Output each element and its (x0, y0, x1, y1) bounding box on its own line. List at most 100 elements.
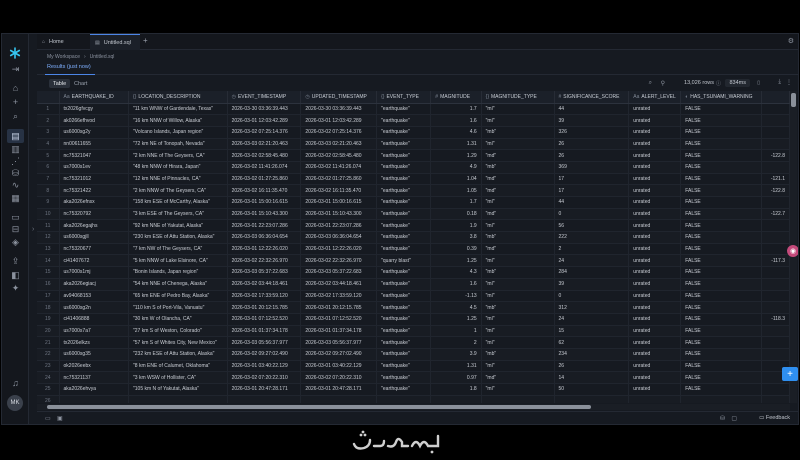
table-cell[interactable]: unrated (628, 336, 682, 349)
column-header-location-description[interactable]: {} LOCATION_DESCRIPTION (128, 91, 228, 104)
table-row[interactable]: 9 aka2026efnsx "158 km ESE of McCarthy, Al… (37, 196, 790, 209)
table-cell[interactable] (761, 126, 790, 139)
table-cell[interactable]: "earthquake" (376, 161, 432, 174)
table-cell[interactable]: "11 km WNW of Gardendale, Texas" (128, 103, 228, 116)
table-cell[interactable] (761, 348, 790, 361)
table-cell[interactable]: unrated (628, 301, 682, 314)
table-cell[interactable]: "earthquake" (376, 371, 432, 384)
table-cell[interactable]: FALSE (680, 184, 763, 197)
table-cell[interactable]: "ml" (481, 278, 555, 291)
table-row[interactable]: 14 ci41407672 "5 km NNW of Lake Elsinore, … (37, 254, 790, 268)
table-cell[interactable]: unrated (628, 254, 682, 268)
table-cell[interactable]: -118.3 (761, 313, 790, 326)
table-cell[interactable]: nc75321012 (59, 173, 130, 186)
table-cell[interactable]: nc75321422 (59, 184, 130, 197)
table-cell[interactable]: "ml" (481, 196, 555, 209)
table-cell[interactable]: FALSE (680, 173, 763, 186)
results-grid[interactable]: Aa EARTHQUAKE_ID{} LOCATION_DESCRIPTION ◷ EV… (37, 91, 790, 403)
table-cell[interactable]: "3 km WSW of Hollister, CA" (128, 371, 228, 384)
table-cell[interactable]: 2026-03-01 03:40:22.129 (227, 360, 302, 373)
download-icon[interactable]: ⤓ (778, 79, 781, 86)
table-cell[interactable]: 2026-03-02 17:33:59.120 (300, 290, 378, 303)
table-cell[interactable]: 1.25 (430, 313, 482, 326)
table-cell[interactable]: FALSE (680, 138, 763, 151)
column-header-magnitude-type[interactable]: {} MAGNITUDE_TYPE (481, 91, 555, 104)
table-cell[interactable]: "2 km NNE of The Geysers, CA" (128, 149, 228, 162)
table-cell[interactable]: "ml" (481, 138, 555, 151)
table-cell[interactable]: 2026-03-01 20:12:15.785 (300, 301, 378, 314)
copilot-nav-icon[interactable]: ◧ (7, 268, 24, 282)
table-cell[interactable]: 2026-03-03 06:36:04.654 (227, 231, 302, 244)
table-row[interactable]: 16 aka2026egiacj "54 km NNE of Chenega, Al… (37, 278, 790, 291)
table-row[interactable]: 15 us7000s1mj "Bonin Islands, Japan region… (37, 266, 790, 279)
chart-view-toggle[interactable]: Chart (70, 79, 91, 88)
row-number-cell[interactable]: 25 (37, 383, 60, 396)
table-cell[interactable] (761, 266, 790, 279)
table-cell[interactable]: FALSE (680, 208, 763, 221)
new-tab-plus-icon[interactable]: + (143, 36, 148, 45)
tab-untitled-sql[interactable]: ▤ Untitled.sql (90, 34, 140, 50)
assistant-bubble-icon[interactable]: ◉ (787, 245, 798, 257)
table-cell[interactable]: tx2026elkzs (59, 336, 130, 349)
table-cell[interactable]: "earthquake" (376, 184, 432, 197)
row-number-cell[interactable]: 3 (37, 126, 60, 139)
results-tab[interactable]: Results (just now) (47, 64, 91, 70)
table-row[interactable]: 4 nn00611655 "72 km NE of Tonopah, Nevada"… (37, 138, 790, 151)
table-cell[interactable]: 2026-03-30 03:36:39.443 (300, 103, 378, 116)
table-cell[interactable]: 2026-03-01 07:12:52.520 (300, 313, 378, 326)
table-row[interactable]: 7 nc75321012 "12 km NNE of Pinnacles, CA" 2… (37, 173, 790, 186)
table-cell[interactable]: 2026-03-02 07:25:14.376 (227, 126, 302, 139)
table-cell[interactable]: 0.18 (430, 208, 482, 221)
table-cell[interactable]: us7000s1ev (59, 161, 130, 174)
table-cell[interactable]: 222 (554, 231, 630, 244)
table-cell[interactable]: 1.7 (430, 196, 482, 209)
table-cell[interactable]: 2026-03-02 01:27:25.860 (227, 173, 302, 186)
table-row[interactable]: 8 nc75321422 "2 km NNW of The Geysers, CA"… (37, 184, 790, 197)
table-cell[interactable]: -122.7 (761, 208, 790, 221)
table-cell[interactable]: 1.29 (430, 149, 482, 162)
table-cell[interactable]: FALSE (680, 336, 763, 349)
breadcrumb-workspace[interactable]: My Workspace (47, 54, 80, 60)
table-cell[interactable]: aka2026efnsx (59, 196, 130, 209)
row-number-cell[interactable]: 19 (37, 313, 60, 326)
tab-home[interactable]: ⌂ Home (37, 34, 87, 50)
info-icon[interactable]: ⓘ (716, 80, 721, 87)
table-cell[interactable]: "230 km ESE of Attu Station, Alaska" (128, 231, 228, 244)
table-cell[interactable]: "5 km NNW of Lake Elsinore, CA" (128, 254, 228, 268)
table-cell[interactable]: 2026-03-02 16:11:35.470 (227, 184, 302, 197)
table-cell[interactable]: unrated (628, 103, 682, 116)
table-cell[interactable]: "ml" (481, 219, 555, 233)
table-cell[interactable]: "earthquake" (376, 208, 432, 221)
table-cell[interactable]: "quarry blast" (376, 254, 432, 268)
table-cell[interactable]: "earthquake" (376, 219, 432, 233)
table-cell[interactable]: FALSE (680, 360, 763, 373)
table-cell[interactable]: "Bonin Islands, Japan region" (128, 266, 228, 279)
table-cell[interactable]: FALSE (680, 114, 763, 127)
table-cell[interactable]: FALSE (680, 290, 763, 303)
apps-nav-icon[interactable]: ▦ (7, 191, 24, 205)
table-cell[interactable]: us6000sgjll (59, 231, 130, 244)
table-cell[interactable]: FALSE (680, 219, 763, 233)
table-cell[interactable]: 2026-03-30 03:36:39.443 (227, 103, 302, 116)
table-cell[interactable]: "ml" (481, 103, 555, 116)
table-row[interactable]: 26 (37, 395, 790, 403)
row-number-cell[interactable]: 12 (37, 231, 60, 244)
table-cell[interactable]: "earthquake" (376, 348, 432, 361)
table-cell[interactable]: 2026-03-02 07:25:14.376 (300, 126, 378, 139)
table-cell[interactable]: 1.6 (430, 278, 482, 291)
table-cell[interactable]: 2026-03-02 02:58:45.480 (227, 149, 302, 162)
table-cell[interactable]: -122.8 (761, 184, 790, 197)
table-cell[interactable]: 2026-03-03 05:56:37.977 (227, 336, 302, 349)
table-cell[interactable]: ci41407672 (59, 254, 130, 268)
table-cell[interactable] (761, 114, 790, 127)
table-cell[interactable]: FALSE (680, 149, 763, 162)
table-cell[interactable]: unrated (628, 196, 682, 209)
table-cell[interactable]: 3.9 (430, 348, 482, 361)
column-header-significance-score[interactable]: # SIGNIFICANCE_SCORE (554, 91, 630, 104)
table-cell[interactable]: "earthquake" (376, 149, 432, 162)
table-row[interactable]: 5 nc75321047 "2 km NNE of The Geysers, CA"… (37, 149, 790, 162)
table-cell[interactable]: FALSE (680, 301, 763, 314)
table-cell[interactable]: unrated (628, 313, 682, 326)
table-cell[interactable]: "earthquake" (376, 103, 432, 116)
column-header-has-tsunami-warning[interactable]: ◐ HAS_TSUNAMI_WARNING (680, 91, 763, 104)
